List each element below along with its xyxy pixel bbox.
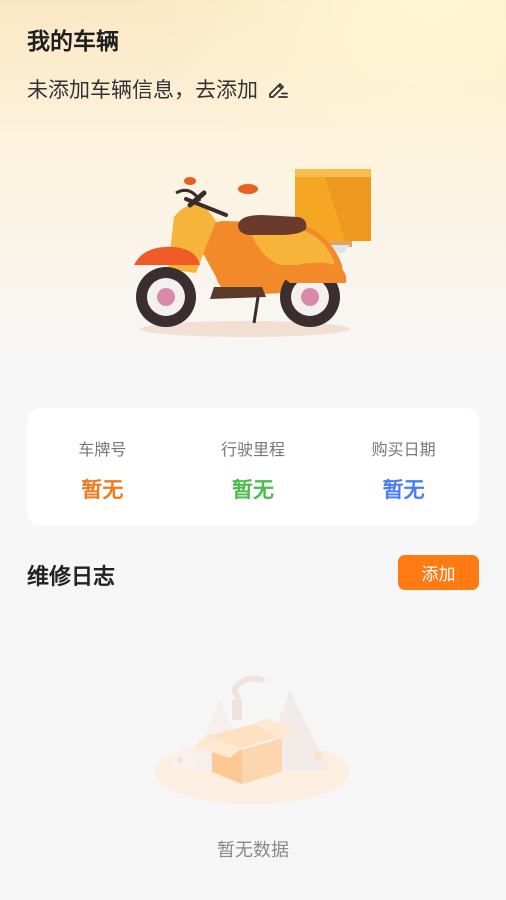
stat-label: 行驶里程 — [221, 440, 286, 459]
stat-plate-number: 车牌号 暂无 — [27, 408, 178, 526]
add-maintenance-button[interactable]: 添加 — [398, 555, 479, 590]
stat-value: 暂无 — [81, 478, 124, 502]
maintenance-log-title: 维修日志 — [27, 565, 116, 590]
stat-mileage: 行驶里程 暂无 — [178, 408, 329, 526]
stat-label: 购买日期 — [371, 440, 436, 459]
vehicle-info-card: 车牌号 暂无 行驶里程 暂无 购买日期 暂无 — [27, 408, 479, 526]
page-title: 我的车辆 — [27, 29, 119, 55]
empty-box-icon — [154, 675, 350, 804]
edit-pen-icon[interactable] — [266, 77, 290, 101]
stat-value: 暂无 — [232, 478, 274, 502]
stat-purchase-date: 购买日期 暂无 — [328, 408, 479, 526]
add-vehicle-prompt[interactable]: 未添加车辆信息，去添加 — [27, 74, 290, 104]
scooter-illustration — [134, 169, 371, 337]
stat-value: 暂无 — [382, 478, 425, 502]
add-vehicle-prompt-text: 未添加车辆信息，去添加 — [27, 78, 258, 102]
stat-label: 车牌号 — [78, 440, 127, 459]
empty-state-text: 暂无数据 — [217, 840, 289, 861]
